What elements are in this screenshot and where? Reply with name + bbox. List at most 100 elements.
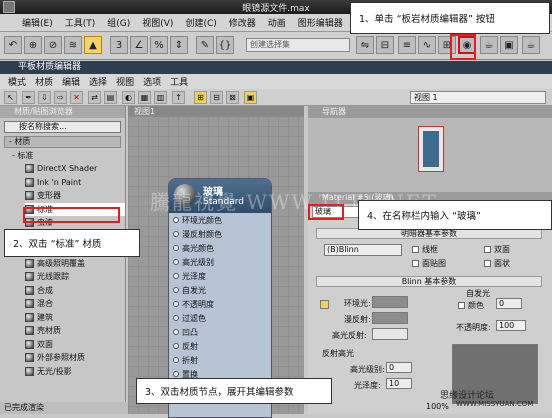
node-slot[interactable]: 反射 [169,339,271,353]
snap-3d-icon[interactable]: 3 [110,36,128,54]
menu-item[interactable]: 工具(T) [65,16,96,29]
sme-menu-item[interactable]: 视图 [116,75,134,88]
slot-socket-icon[interactable] [173,343,179,349]
node-slot[interactable]: 凹凸 [169,325,271,339]
show-end-result-icon[interactable]: ▥ [154,91,167,104]
material-item[interactable]: 建筑 [25,311,125,325]
materials-section[interactable]: - 材质 [4,136,121,148]
sme-menu-item[interactable]: 编辑 [62,75,80,88]
menu-item[interactable]: 修改器 [229,16,256,29]
layer-manager-icon[interactable]: ≡ [398,36,416,54]
shader-dropdown[interactable]: (B)Blinn [324,244,402,256]
material-item[interactable]: 壳材质 [25,324,125,338]
node-view-canvas[interactable]: 视图1 玻璃 Standard 环境光颜色 漫反射颜色 高光颜色 高光级别 光泽度 自发光… [128,106,304,418]
unlink-icon[interactable]: ⊘ [44,36,62,54]
select-object-icon[interactable]: ▲ [84,36,102,54]
undo-icon[interactable]: ↶ [4,36,22,54]
material-map-navigator-icon[interactable]: ▣ [244,91,257,104]
face-map-checkbox[interactable]: 面贴图 [412,258,446,269]
link-icon[interactable]: ⊕ [24,36,42,54]
node-slot[interactable]: 自发光 [169,283,271,297]
slot-socket-icon[interactable] [173,315,179,321]
sme-menu-item[interactable]: 选择 [89,75,107,88]
move-children-icon[interactable]: ⇄ [88,91,101,104]
node-slot[interactable]: 过滤色 [169,311,271,325]
color-checkbox[interactable]: 颜色 [458,300,484,311]
material-item[interactable]: DirectX Shader [25,162,125,176]
search-input[interactable]: 按名称搜索... [4,121,121,133]
node-slot[interactable]: 环境光颜色 [169,213,271,227]
bind-space-warp-icon[interactable]: ≋ [64,36,82,54]
material-item[interactable]: 光线跟踪 [25,270,125,284]
rendered-frame-icon[interactable]: ▣ [500,36,518,54]
blinn-basic-params-rollout[interactable]: Blinn 基本参数 [316,276,542,287]
view-tab[interactable]: 视图1 [128,106,304,117]
layout-all-icon[interactable]: ⊞ [194,91,207,104]
node-slot[interactable]: 高光级别 [169,255,271,269]
sme-menu-item[interactable]: 选项 [143,75,161,88]
navigator-preview[interactable] [418,126,444,172]
show-map-icon[interactable]: ◐ [122,91,135,104]
slot-socket-icon[interactable] [173,273,179,279]
node-slot[interactable]: 高光颜色 [169,241,271,255]
selection-set-dropdown[interactable]: 创建选择集 [246,38,350,52]
material-item[interactable]: Ink 'n Paint [25,176,125,190]
menu-item[interactable]: 动画 [268,16,286,29]
sme-menu-item[interactable]: 材质 [35,75,53,88]
node-slot[interactable]: 不透明度 [169,297,271,311]
material-item[interactable]: 无光/投影 [25,365,125,379]
assign-material-icon[interactable]: ⇨ [54,91,67,104]
select-tool-icon[interactable]: ↖ [4,91,17,104]
slot-socket-icon[interactable] [173,217,179,223]
slot-socket-icon[interactable] [173,231,179,237]
material-item[interactable]: 高级照明覆盖 [25,257,125,271]
material-item[interactable]: 合成 [25,284,125,298]
delete-icon[interactable]: ✕ [70,91,83,104]
node-slot[interactable]: 光泽度 [169,269,271,283]
diffuse-swatch[interactable] [372,312,408,324]
hide-slots-icon[interactable]: ▤ [104,91,117,104]
standard-group[interactable]: - 标准 [12,150,113,161]
slot-socket-icon[interactable] [173,259,179,265]
glossiness-value[interactable]: 10 [386,378,412,389]
ambient-swatch[interactable] [372,296,408,308]
specular-swatch[interactable] [372,328,408,340]
render-production-icon[interactable]: ☕ [522,36,540,54]
menu-item[interactable]: 视图(V) [142,16,173,29]
sme-menu-item[interactable]: 工具 [170,75,188,88]
self-illum-value[interactable]: 0 [496,298,522,309]
wire-checkbox[interactable]: 线框 [412,244,438,255]
slot-socket-icon[interactable] [173,329,179,335]
hide-unused-icon[interactable]: ⊠ [226,91,239,104]
menu-item[interactable]: 组(G) [107,16,130,29]
render-setup-icon[interactable]: ☕ [480,36,498,54]
menu-item[interactable]: 创建(C) [185,16,216,29]
edit-named-sets-icon[interactable]: ✎ [196,36,214,54]
slot-socket-icon[interactable] [173,357,179,363]
spec-level-value[interactable]: 0 [386,362,412,373]
slot-socket-icon[interactable] [173,301,179,307]
zoom-level[interactable]: 100% [426,402,449,411]
material-item[interactable]: 混合 [25,297,125,311]
sme-menu-item[interactable]: 模式 [8,75,26,88]
align-icon[interactable]: ⊟ [376,36,394,54]
named-selection-icon[interactable]: {} [216,36,234,54]
opacity-value[interactable]: 100 [496,320,526,331]
slot-socket-icon[interactable] [173,245,179,251]
ambient-lock-icon[interactable] [320,300,329,309]
percent-snap-icon[interactable]: % [150,36,168,54]
menu-item[interactable]: 编辑(E) [22,16,53,29]
angle-snap-icon[interactable]: ∠ [130,36,148,54]
node-slot[interactable]: 折射 [169,353,271,367]
go-parent-icon[interactable]: ↑ [172,91,185,104]
material-item[interactable]: 外部参照材质 [25,351,125,365]
view-select-dropdown[interactable]: 视图 1 [410,91,546,104]
node-slot[interactable]: 漫反射颜色 [169,227,271,241]
curve-editor-icon[interactable]: ∿ [418,36,436,54]
material-item[interactable]: 变形器 [25,189,125,203]
spinner-snap-icon[interactable]: ⇕ [170,36,188,54]
slot-socket-icon[interactable] [173,371,179,377]
pick-material-icon[interactable]: ✒ [22,91,35,104]
material-item[interactable]: 双面 [25,338,125,352]
put-material-icon[interactable]: ⇩ [38,91,51,104]
